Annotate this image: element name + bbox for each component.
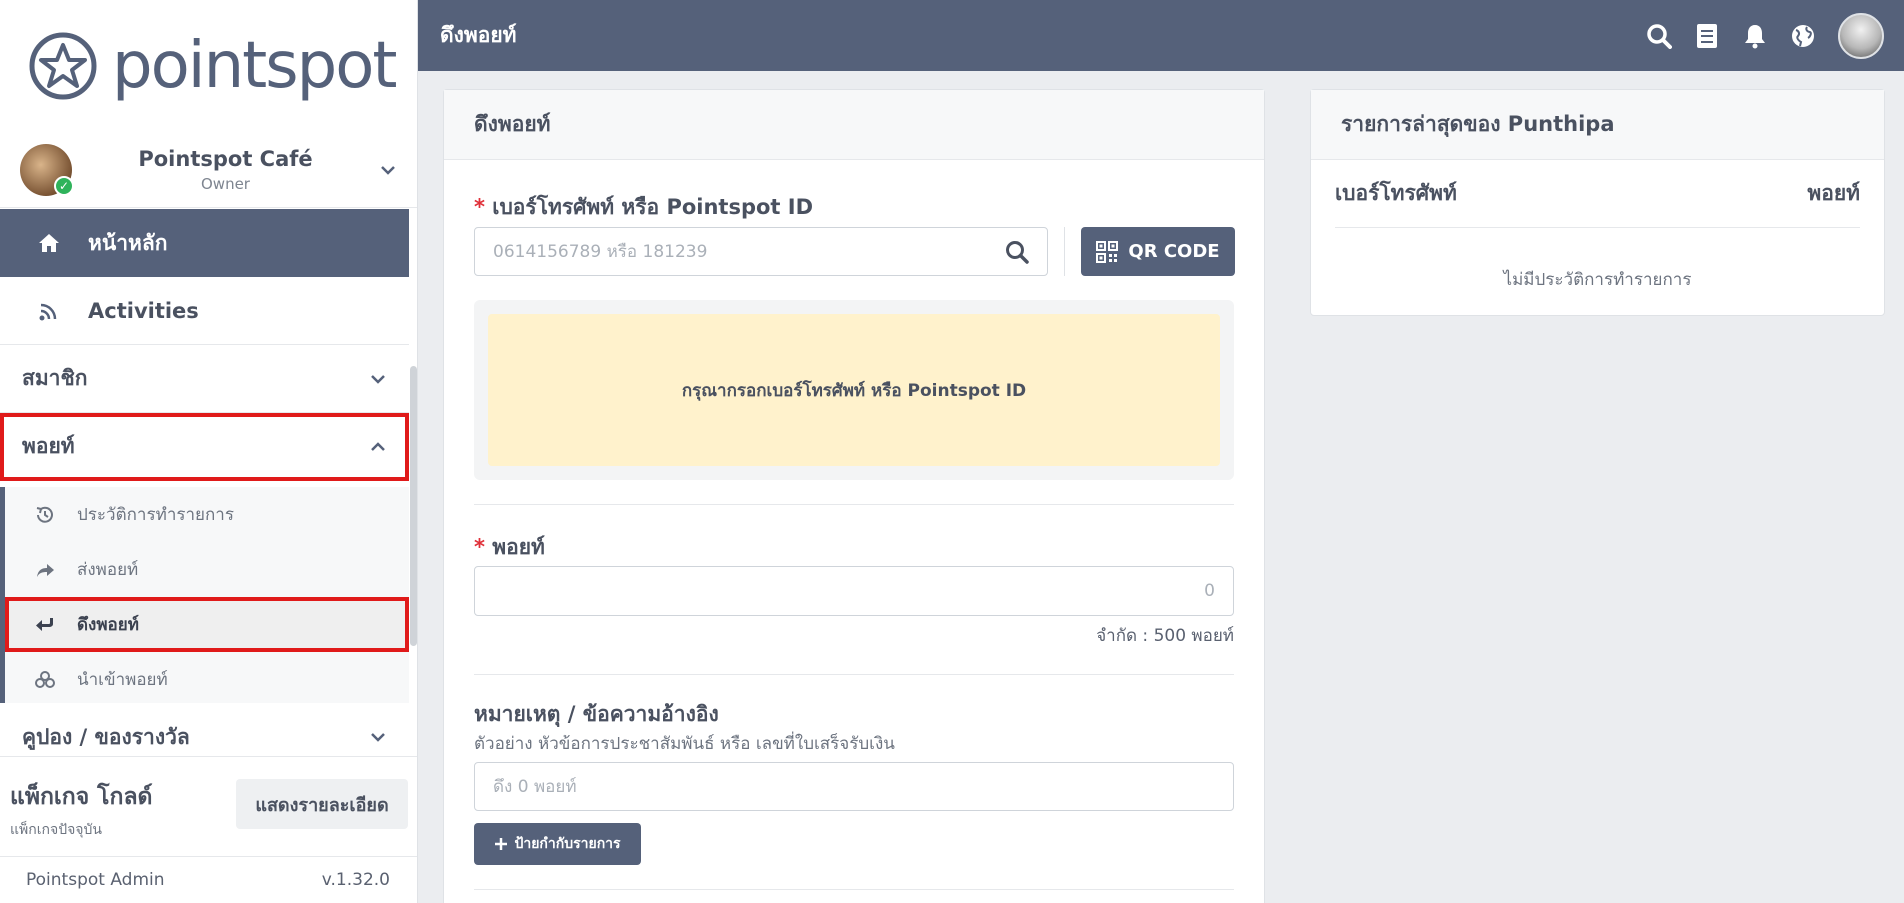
pull-points-card: ดึงพอยท์ * เบอร์โทรศัพท์ หรือ Pointspot … [443,89,1265,903]
sidebar-item-send-points[interactable]: ส่งพอยท์ [5,542,409,597]
sidebar: pointspot ✓ Pointspot Café Owner หน้าหลั… [0,0,418,903]
sidebar-item-label: นำเข้าพอยท์ [77,670,168,690]
point-input[interactable] [474,566,1234,616]
point-limit: จำกัด : 500 พอยท์ [1096,626,1234,646]
user-avatar[interactable] [1838,12,1884,59]
app-version: v.1.32.0 [321,870,390,890]
home-icon [39,234,59,252]
empty-state: ไม่มีประวัติการทำรายการ [1503,270,1692,290]
sidebar-item-history[interactable]: ประวัติการทำรายการ [5,487,409,542]
recent-title: รายการล่าสุดของ Punthipa [1311,90,1884,160]
brand-name: pointspot [112,29,397,103]
sidebar-item-pull-points[interactable]: ดึงพอยท์ [5,597,409,652]
verified-check-icon: ✓ [54,175,74,196]
sidebar-item-label: ประวัติการทำรายการ [77,505,234,525]
package-details-button[interactable]: แสดงรายละเอียด [236,779,408,829]
add-tag-button[interactable]: ป้ายกำกับรายการ [474,823,641,865]
phone-label: * เบอร์โทรศัพท์ หรือ Pointspot ID [474,191,813,224]
divider [1064,227,1065,276]
activity-feed-icon [39,303,57,320]
globe-language-icon[interactable] [1790,23,1816,49]
sidebar-item-label: ส่งพอยท์ [77,560,139,580]
notice-panel: กรุณากรอกเบอร์โทรศัพท์ หรือ Pointspot ID [474,300,1234,480]
col-point: พอยท์ [1807,181,1860,205]
nav-coupons-label: คูปอง / ของรางวัล [22,724,190,749]
note-input[interactable] [474,762,1234,811]
note-hint: ตัวอย่าง หัวข้อการประชาสัมพันธ์ หรือ เลข… [474,734,895,754]
reply-arrow-icon [36,617,53,631]
card-title: ดึงพอยท์ [444,90,1264,160]
nav-home-label: หน้าหลัก [88,230,168,255]
page-title: ดึงพอยท์ [440,23,517,47]
chevron-up-icon [371,441,385,451]
divider [474,504,1234,505]
package-title: แพ็กเกจ โกลด์ [10,784,153,810]
required-mark: * [474,535,493,559]
search-icon[interactable] [1646,23,1672,49]
shop-avatar: ✓ [20,143,74,196]
phone-label-text: เบอร์โทรศัพท์ หรือ Pointspot ID [492,195,814,219]
qr-code-icon [1096,240,1119,263]
nav-points-label: พอยท์ [22,434,75,458]
point-label: * พอยท์ [474,531,545,564]
chevron-down-icon [381,165,395,175]
app-name: Pointspot Admin [26,870,165,890]
sidebar-item-import-points[interactable]: นำเข้าพอยท์ [5,652,409,707]
nav-members-label: สมาชิก [22,366,88,390]
package-subtitle: แพ็กเกจปัจจุบัน [10,822,102,838]
sidebar-scrollbar[interactable] [410,366,417,646]
phone-input[interactable] [474,227,1048,276]
divider [474,674,1234,675]
col-phone: เบอร์โทรศัพท์ [1335,181,1457,205]
brand-logo[interactable]: pointspot [0,0,417,132]
nav-members[interactable]: สมาชิก [0,345,409,413]
coins-icon [35,670,55,688]
bell-icon[interactable] [1742,23,1768,49]
star-logo-icon [29,32,97,100]
phone-row: QR CODE [474,227,1235,276]
nav-points[interactable]: พอยท์ [0,413,409,481]
add-tag-label: ป้ายกำกับรายการ [514,836,621,852]
note-label: หมายเหตุ / ข้อความอ้างอิง [474,702,719,726]
share-forward-icon [37,563,54,577]
nav-activities-label: Activities [88,298,199,323]
qr-code-label: QR CODE [1128,241,1220,262]
recent-transactions-card: รายการล่าสุดของ Punthipa เบอร์โทรศัพท์ พ… [1310,89,1885,316]
point-label-text: พอยท์ [492,535,545,559]
plus-icon [495,838,508,850]
points-submenu: ประวัติการทำรายการ ส่งพอยท์ ดึงพอยท์ นำเ… [0,487,409,703]
divider [474,889,1234,890]
topbar: ดึงพอยท์ [418,0,1904,71]
required-mark: * [474,195,493,219]
chevron-down-icon [371,733,385,742]
sidebar-item-label: ดึงพอยท์ [77,615,139,635]
qr-code-button[interactable]: QR CODE [1081,227,1235,276]
search-icon[interactable] [1004,239,1030,265]
sidebar-footer: Pointspot Admin v.1.32.0 [0,856,417,903]
package-panel: แพ็กเกจ โกลด์ แพ็กเกจปัจจุบัน แสดงรายละเ… [0,756,417,856]
shop-name: Pointspot Café [138,146,313,171]
recent-table-header: เบอร์โทรศัพท์ พอยท์ [1335,160,1860,228]
nav-activities[interactable]: Activities [0,277,409,345]
notice-message: กรุณากรอกเบอร์โทรศัพท์ หรือ Pointspot ID [488,314,1220,466]
shop-role: Owner [201,174,250,193]
manual-book-icon[interactable] [1694,23,1720,49]
shop-switcher[interactable]: ✓ Pointspot Café Owner [0,132,417,208]
chevron-down-icon [371,374,385,384]
history-icon [36,506,53,523]
nav-home[interactable]: หน้าหลัก [0,209,409,277]
